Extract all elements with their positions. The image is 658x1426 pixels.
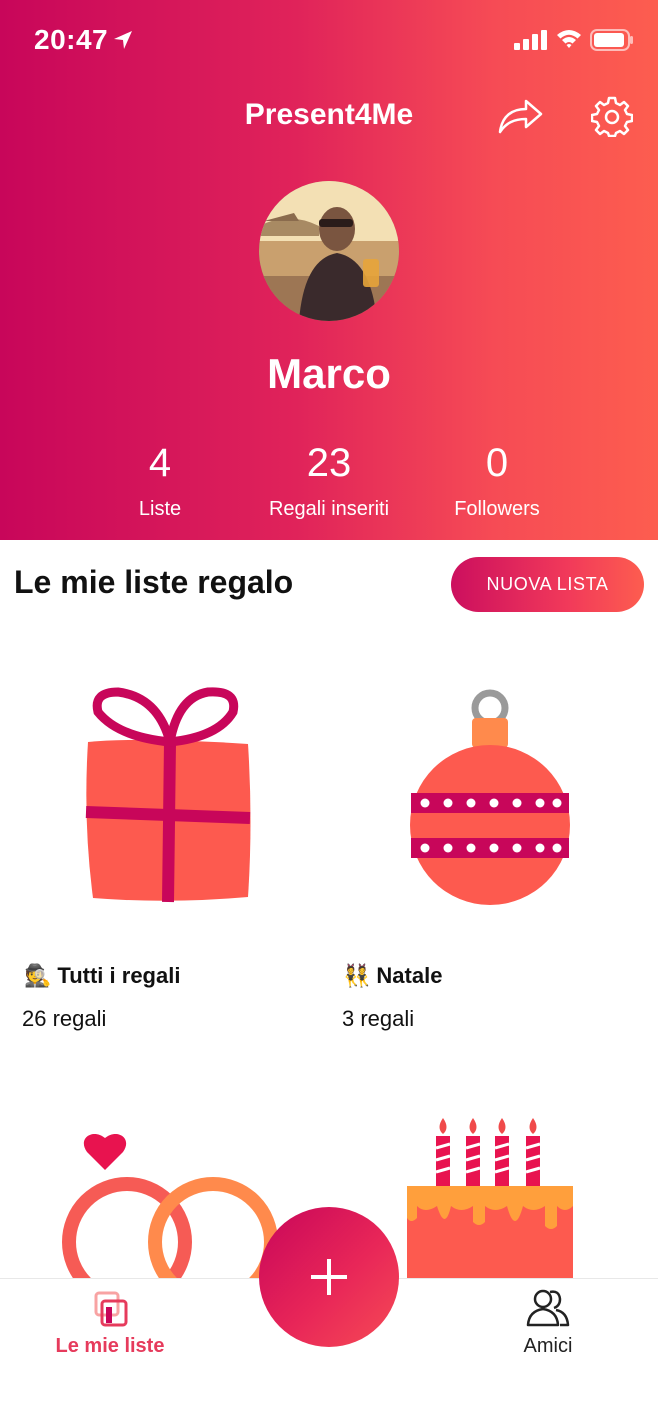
- app-title: Present4Me: [244, 98, 414, 131]
- add-list-fab[interactable]: [259, 1207, 399, 1347]
- detective-emoji-icon: 🕵️: [24, 963, 52, 988]
- stat-followers-label: Followers: [454, 498, 540, 520]
- profile-name: Marco: [267, 350, 391, 397]
- location-arrow-icon: [114, 31, 132, 49]
- gift-box-icon: [85, 687, 251, 903]
- new-list-button[interactable]: NUOVA LISTA: [451, 557, 644, 612]
- battery-icon: [590, 29, 633, 51]
- wedding-rings-icon: [62, 1133, 278, 1278]
- avatar-photo: [259, 181, 399, 321]
- friends-icon: [526, 1289, 570, 1327]
- tab-my-lists-label: Le mie liste: [55, 1335, 165, 1357]
- cellular-signal-icon: [514, 30, 547, 50]
- status-bar: 20:47: [0, 0, 658, 80]
- share-icon[interactable]: [496, 96, 544, 136]
- section-title: Le mie liste regalo: [14, 564, 294, 600]
- list-card-count: 26 regali: [22, 1006, 107, 1031]
- gear-icon[interactable]: [591, 95, 633, 137]
- lists-icon: [94, 1291, 128, 1327]
- list-title-text: Tutti i regali: [57, 963, 181, 988]
- stat-followers-value: 0: [485, 441, 509, 485]
- list-title-text: Natale: [376, 963, 443, 988]
- dancers-emoji-icon: 👯: [343, 963, 371, 988]
- christmas-ornament-icon: [410, 689, 570, 905]
- tab-my-lists[interactable]: Le mie liste: [40, 1287, 180, 1358]
- birthday-cake-icon: [407, 1118, 573, 1278]
- list-card-title: 🕵️ Tutti i regali: [24, 963, 180, 989]
- plus-icon: [311, 1259, 347, 1295]
- wifi-icon: [557, 30, 581, 48]
- list-card-count: 3 regali: [342, 1006, 415, 1031]
- status-time: 20:47: [34, 24, 109, 55]
- tab-friends[interactable]: Amici: [478, 1287, 618, 1358]
- stat-followers[interactable]: 0 Followers: [397, 440, 597, 521]
- profile-header: 20:47 Present4Me Marco 4 Liste 23 Regali…: [0, 0, 658, 540]
- avatar[interactable]: [259, 181, 399, 321]
- list-card-title: 👯 Natale: [343, 963, 442, 989]
- tab-friends-label: Amici: [523, 1335, 573, 1357]
